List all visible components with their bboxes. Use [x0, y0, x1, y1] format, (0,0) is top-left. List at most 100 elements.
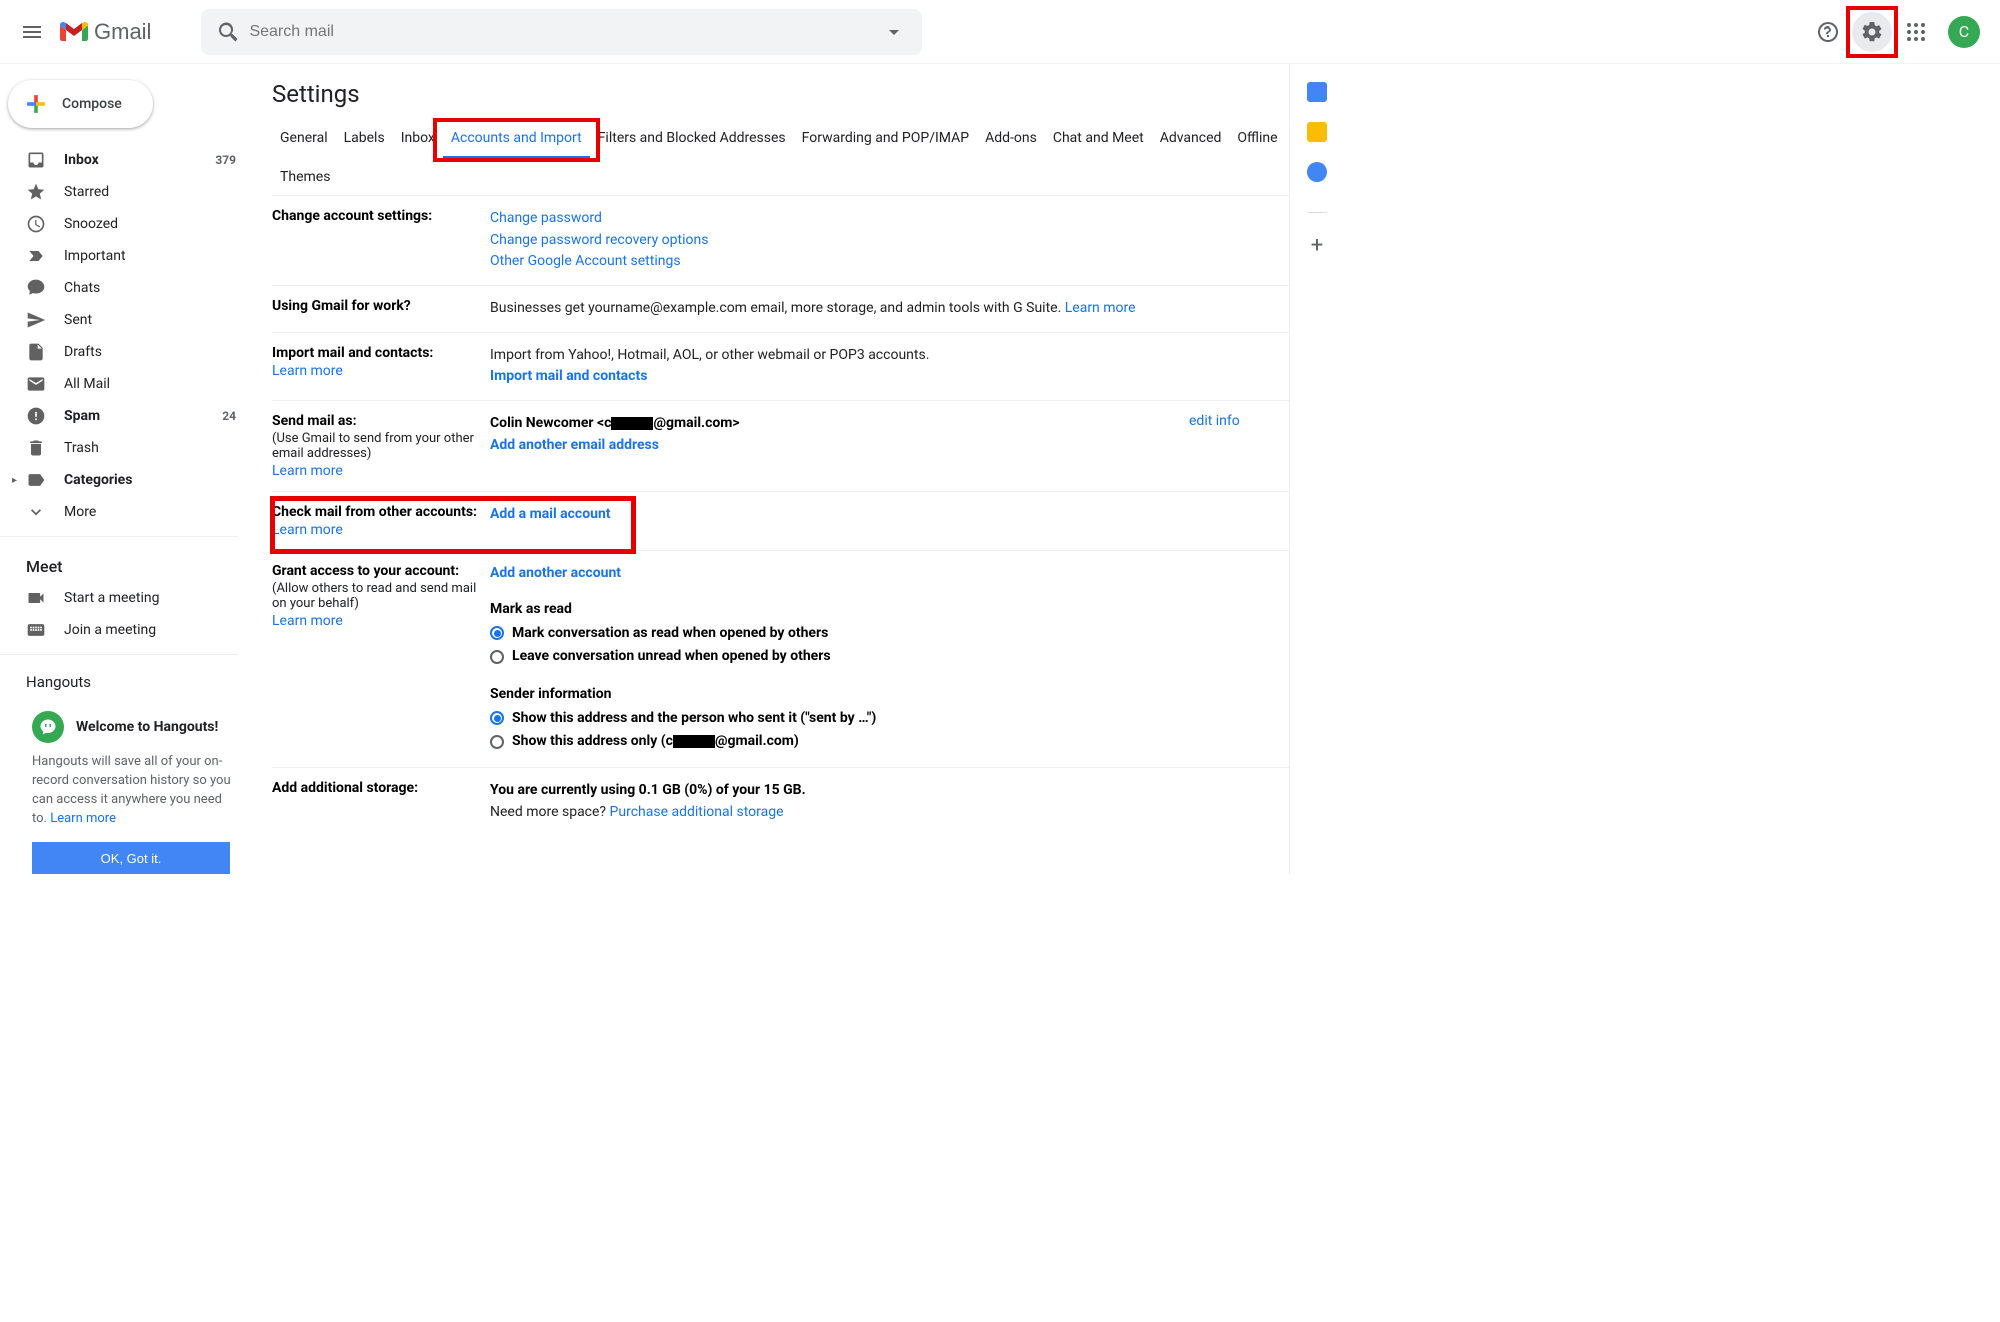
spam-icon — [26, 406, 46, 426]
google-apps-button[interactable] — [1896, 12, 1936, 52]
section-gmail-work: Using Gmail for work? Businesses get you… — [272, 286, 1289, 333]
allmail-icon — [26, 374, 46, 394]
start-meeting-button[interactable]: Start a meeting — [0, 582, 248, 614]
hangouts-section-title: Hangouts — [0, 663, 256, 697]
change-recovery-link[interactable]: Change password recovery options — [490, 232, 708, 248]
gmail-logo-icon — [60, 21, 88, 43]
left-sidebar: Compose Inbox379StarredSnoozedImportantC… — [0, 64, 256, 875]
add-email-address-link[interactable]: Add another email address — [490, 437, 659, 453]
tab-general[interactable]: General — [272, 120, 336, 159]
folder-nav: Inbox379StarredSnoozedImportantChatsSent… — [0, 144, 256, 528]
gear-icon — [1860, 20, 1884, 44]
hangouts-card-title: Welcome to Hangouts! — [76, 717, 218, 737]
chat-icon — [26, 278, 46, 298]
redacted-text — [673, 735, 715, 748]
import-learn-more-link[interactable]: Learn more — [272, 363, 343, 379]
inbox-icon — [26, 150, 46, 170]
tab-labels[interactable]: Labels — [336, 120, 393, 159]
purchase-storage-link[interactable]: Purchase additional storage — [610, 804, 784, 820]
show-sender-option[interactable]: Show this address and the person who sen… — [490, 708, 1289, 730]
side-panel: + — [1290, 64, 1344, 875]
apps-grid-icon — [1904, 20, 1928, 44]
settings-tabs: GeneralLabelsInboxAccounts and ImportFil… — [272, 120, 1289, 196]
keep-addon-icon[interactable] — [1307, 122, 1327, 142]
radio-icon — [490, 626, 504, 640]
sidebar-item-chats[interactable]: Chats — [0, 272, 248, 304]
tab-add-ons[interactable]: Add-ons — [977, 120, 1045, 159]
compose-label: Compose — [62, 96, 122, 112]
label-icon — [26, 470, 46, 490]
sidebar-item-categories[interactable]: ▸Categories — [0, 464, 248, 496]
plus-icon — [20, 88, 52, 120]
sidebar-item-sent[interactable]: Sent — [0, 304, 248, 336]
grant-learn-more-link[interactable]: Learn more — [272, 613, 343, 629]
join-meeting-button[interactable]: Join a meeting — [0, 614, 248, 646]
change-password-link[interactable]: Change password — [490, 210, 602, 226]
account-avatar[interactable]: C — [1948, 16, 1980, 48]
trash-icon — [26, 438, 46, 458]
sidebar-item-all-mail[interactable]: All Mail — [0, 368, 248, 400]
sidebar-item-drafts[interactable]: Drafts — [0, 336, 248, 368]
search-input[interactable] — [249, 23, 874, 41]
tab-offline[interactable]: Offline — [1229, 120, 1285, 159]
tab-filters-and-blocked-addresses[interactable]: Filters and Blocked Addresses — [590, 120, 794, 159]
sidebar-item-spam[interactable]: Spam24 — [0, 400, 248, 432]
camera-icon — [26, 588, 46, 608]
add-another-account-link[interactable]: Add another account — [490, 565, 621, 581]
sidebar-item-inbox[interactable]: Inbox379 — [0, 144, 248, 176]
search-options-button[interactable] — [874, 20, 914, 44]
sidebar-item-trash[interactable]: Trash — [0, 432, 248, 464]
annotation-highlight-box — [433, 118, 600, 162]
show-address-only-option[interactable]: Show this address only (c@gmail.com) — [490, 731, 1289, 753]
tab-themes[interactable]: Themes — [272, 159, 338, 195]
hangouts-ok-button[interactable]: OK, Got it. — [32, 842, 230, 874]
radio-icon — [490, 711, 504, 725]
edit-info-link[interactable]: edit info — [1189, 413, 1240, 429]
other-google-settings-link[interactable]: Other Google Account settings — [490, 253, 681, 269]
help-icon — [1816, 20, 1840, 44]
search-icon[interactable] — [209, 20, 249, 44]
radio-icon — [490, 650, 504, 664]
sidebar-item-starred[interactable]: Starred — [0, 176, 248, 208]
tab-accounts-and-import[interactable]: Accounts and Import — [443, 120, 590, 159]
tab-chat-and-meet[interactable]: Chat and Meet — [1045, 120, 1152, 159]
rail-divider — [1307, 212, 1327, 213]
tasks-addon-icon[interactable] — [1307, 162, 1327, 182]
gmail-logo[interactable]: Gmail — [60, 19, 151, 45]
calendar-addon-icon[interactable] — [1307, 82, 1327, 102]
checkmail-learn-more-link[interactable]: Learn more — [272, 522, 343, 538]
sidebar-item-more[interactable]: More — [0, 496, 248, 528]
leave-unread-option[interactable]: Leave conversation unread when opened by… — [490, 646, 1289, 668]
sendas-learn-more-link[interactable]: Learn more — [272, 463, 343, 479]
gmail-brand-text: Gmail — [94, 19, 151, 45]
sidebar-item-important[interactable]: Important — [0, 240, 248, 272]
support-button[interactable] — [1808, 12, 1848, 52]
clock-icon — [26, 214, 46, 234]
sidebar-item-snoozed[interactable]: Snoozed — [0, 208, 248, 240]
app-header: Gmail C — [0, 0, 2000, 64]
section-grant-access: Grant access to your account: (Allow oth… — [272, 551, 1289, 768]
chevron-right-icon: ▸ — [12, 475, 22, 486]
settings-button[interactable] — [1852, 12, 1892, 52]
add-mail-account-link[interactable]: Add a mail account — [490, 506, 611, 522]
page-title: Settings — [272, 80, 1289, 108]
draft-icon — [26, 342, 46, 362]
section-storage: Add additional storage: You are currentl… — [272, 768, 1289, 835]
redacted-text — [611, 417, 653, 430]
gsuite-learn-more-link[interactable]: Learn more — [1065, 300, 1136, 316]
get-addons-button[interactable]: + — [1311, 233, 1323, 258]
main-menu-button[interactable] — [8, 8, 56, 56]
hangouts-learn-more-link[interactable]: Learn more — [50, 811, 116, 826]
compose-button[interactable]: Compose — [8, 80, 153, 128]
tab-forwarding-and-pop-imap[interactable]: Forwarding and POP/IMAP — [794, 120, 977, 159]
meet-section-title: Meet — [0, 545, 256, 582]
tab-advanced[interactable]: Advanced — [1152, 120, 1230, 159]
radio-icon — [490, 735, 504, 749]
import-mail-link[interactable]: Import mail and contacts — [490, 368, 647, 384]
hangouts-welcome-card: Welcome to Hangouts! Hangouts will save … — [32, 711, 236, 874]
section-change-account: Change account settings: Change password… — [272, 196, 1289, 286]
tab-inbox[interactable]: Inbox — [393, 120, 443, 159]
search-bar[interactable] — [201, 9, 922, 55]
mark-read-option[interactable]: Mark conversation as read when opened by… — [490, 623, 1289, 645]
section-import-mail: Import mail and contacts: Learn more Imp… — [272, 333, 1289, 401]
